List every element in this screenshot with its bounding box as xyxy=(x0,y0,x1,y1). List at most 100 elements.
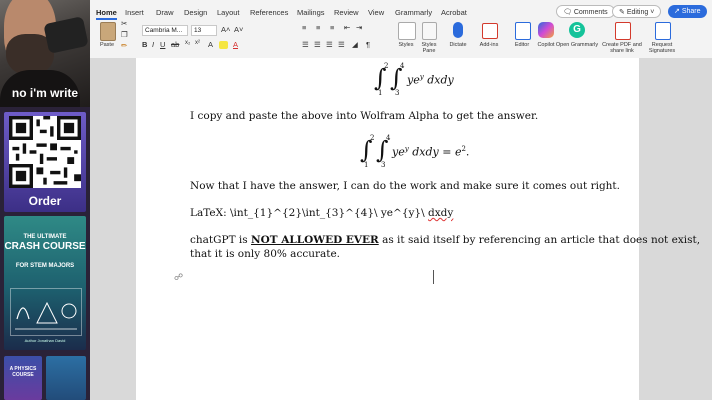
book2-title: A PHYSICS COURSE xyxy=(9,366,37,378)
italic-icon[interactable]: I xyxy=(152,40,154,49)
book1-line1: THE ULTIMATE xyxy=(23,234,67,240)
tab-mailings[interactable]: Mailings xyxy=(297,8,325,17)
align-right-icon[interactable]: ☰ xyxy=(326,40,333,49)
word-ribbon: Home Insert Draw Design Layout Reference… xyxy=(90,0,712,59)
justify-icon[interactable]: ☰ xyxy=(338,40,345,49)
math-doodle-icon xyxy=(15,301,77,330)
editing-mode-button[interactable]: ✎ Editing ˅ xyxy=(612,5,662,18)
tab-grammarly[interactable]: Grammarly xyxy=(395,8,432,17)
tab-design[interactable]: Design xyxy=(184,8,207,17)
share-button[interactable]: ↗ Share xyxy=(668,5,707,18)
open-grammarly-label: Open Grammarly xyxy=(555,42,599,48)
comments-label: Comments xyxy=(573,9,608,16)
microphone-icon[interactable] xyxy=(453,22,463,38)
qr-code-icon xyxy=(9,116,81,188)
paragraph-latex[interactable]: LaTeX: \int_{1}^{2}\int_{3}^{4}\ ye^{y}\… xyxy=(190,207,453,219)
qr-code xyxy=(9,116,81,188)
book1-illustration xyxy=(10,288,82,336)
inner-lower-limit: 3 xyxy=(395,89,400,97)
shrink-font-icon[interactable]: A˅ xyxy=(234,25,243,34)
webcam-video: no i'm write xyxy=(0,0,90,107)
cut-icon[interactable]: ✂ xyxy=(121,19,127,28)
underline-icon[interactable]: U xyxy=(160,40,165,49)
copy-icon[interactable]: ❐ xyxy=(121,30,128,39)
outer-lower-limit-2: 1 xyxy=(364,161,369,169)
paragraph-check-answer[interactable]: Now that I have the answer, I can do the… xyxy=(190,180,620,192)
document-page[interactable]: ∫ 2 1 ∫ 4 3 yey dxdy I copy and paste th… xyxy=(136,58,700,400)
comments-button[interactable]: 🗨 Comments xyxy=(556,5,615,18)
strikethrough-icon[interactable]: ab xyxy=(171,40,179,49)
superscript-icon[interactable]: x² xyxy=(195,40,200,46)
inner-upper-limit: 4 xyxy=(400,62,405,70)
integrand: yey dxdy xyxy=(407,73,454,87)
promo-sidebar: no i'm write Order THE ULTIMATE CRASH CO… xyxy=(0,0,90,400)
grow-font-icon[interactable]: A˄ xyxy=(221,25,230,34)
tab-insert[interactable]: Insert xyxy=(125,8,144,17)
copilot-icon[interactable] xyxy=(538,22,554,38)
paste-label: Paste xyxy=(99,42,115,48)
not-allowed-emphasis: NOT ALLOWED EVER xyxy=(251,234,379,246)
paragraph-mark-icon[interactable]: ¶ xyxy=(366,40,370,49)
numbering-icon[interactable]: ≡ xyxy=(316,23,320,32)
create-pdf-icon[interactable] xyxy=(615,22,631,40)
share-label: Share xyxy=(681,8,701,15)
latex-misspelled-word[interactable]: dxdy xyxy=(428,207,453,219)
book-cover-crash-course[interactable]: THE ULTIMATE CRASH COURSE FOR STEM MAJOR… xyxy=(4,216,86,350)
grammarly-icon[interactable]: G xyxy=(569,22,585,38)
book1-line2: CRASH COURSE xyxy=(4,241,86,252)
tab-home[interactable]: Home xyxy=(96,8,117,20)
qr-order-card[interactable]: Order xyxy=(4,112,86,212)
pencil-icon: ✎ xyxy=(619,9,625,16)
subscript-icon[interactable]: x₂ xyxy=(185,40,190,46)
add-ins-icon[interactable] xyxy=(482,23,498,39)
paragraph-anchor-icon[interactable]: ☍ xyxy=(174,272,183,283)
styles-pane-icon[interactable] xyxy=(422,22,437,40)
bullets-icon[interactable]: ≡ xyxy=(302,23,306,32)
share-icon: ↗ xyxy=(674,8,680,15)
chevron-down-icon: ˅ xyxy=(650,9,655,16)
decrease-indent-icon[interactable]: ⇤ xyxy=(344,23,350,32)
format-painter-icon[interactable]: ✏ xyxy=(121,41,127,50)
webcam-caption: no i'm write xyxy=(11,86,79,100)
request-signatures-label: Request Signatures xyxy=(648,42,676,54)
styles-icon[interactable] xyxy=(398,22,416,40)
increase-indent-icon[interactable]: ⇥ xyxy=(356,23,362,32)
text-cursor xyxy=(433,270,434,284)
font-name-select[interactable]: Cambria M... xyxy=(142,25,188,36)
align-left-icon[interactable]: ☰ xyxy=(302,40,309,49)
request-signatures-icon[interactable] xyxy=(655,22,671,40)
add-ins-label: Add-ins xyxy=(479,42,499,48)
multilevel-list-icon[interactable]: ≡ xyxy=(330,23,334,32)
clipboard-icon[interactable] xyxy=(100,22,116,41)
latex-code: LaTeX: \int_{1}^{2}\int_{3}^{4}\ ye^{y}\ xyxy=(190,207,428,219)
tab-view[interactable]: View xyxy=(368,8,384,17)
tab-draw[interactable]: Draw xyxy=(156,8,174,17)
tab-references[interactable]: References xyxy=(250,8,288,17)
tab-acrobat[interactable]: Acrobat xyxy=(441,8,467,17)
book1-line3: FOR STEM MAJORS xyxy=(15,263,75,269)
font-color-icon[interactable]: A xyxy=(233,40,238,49)
styles-pane-label: Styles Pane xyxy=(421,42,437,54)
dictate-label: Dictate xyxy=(449,42,467,48)
bold-icon[interactable]: B xyxy=(142,40,147,49)
highlight-color-icon[interactable] xyxy=(219,41,228,49)
font-size-select[interactable]: 13 xyxy=(191,25,217,36)
paragraph-wolfram[interactable]: I copy and paste the above into Wolfram … xyxy=(190,110,538,122)
paragraph-chatgpt-line2[interactable]: that it is only 80% accurate. xyxy=(190,248,340,260)
create-pdf-label: Create PDF and share link xyxy=(602,42,642,54)
editor-icon[interactable] xyxy=(515,22,531,40)
inner-upper-limit-2: 4 xyxy=(386,134,391,142)
qr-order-label: Order xyxy=(28,194,62,208)
editing-label: Editing xyxy=(626,9,649,16)
paragraph-chatgpt-line1[interactable]: chatGPT is NOT ALLOWED EVER as it said i… xyxy=(190,234,700,246)
shading-icon[interactable]: ◢ xyxy=(352,40,358,49)
align-center-icon[interactable]: ☰ xyxy=(314,40,321,49)
outer-lower-limit: 1 xyxy=(378,89,383,97)
tab-layout[interactable]: Layout xyxy=(217,8,240,17)
tab-review[interactable]: Review xyxy=(334,8,359,17)
book1-author: Author Jonathan David xyxy=(24,338,66,343)
outer-upper-limit: 2 xyxy=(384,62,389,70)
text-effects-icon[interactable]: A xyxy=(208,40,213,49)
book-cover-physics[interactable]: A PHYSICS COURSE xyxy=(4,356,42,400)
book-cover-third[interactable] xyxy=(46,356,86,400)
